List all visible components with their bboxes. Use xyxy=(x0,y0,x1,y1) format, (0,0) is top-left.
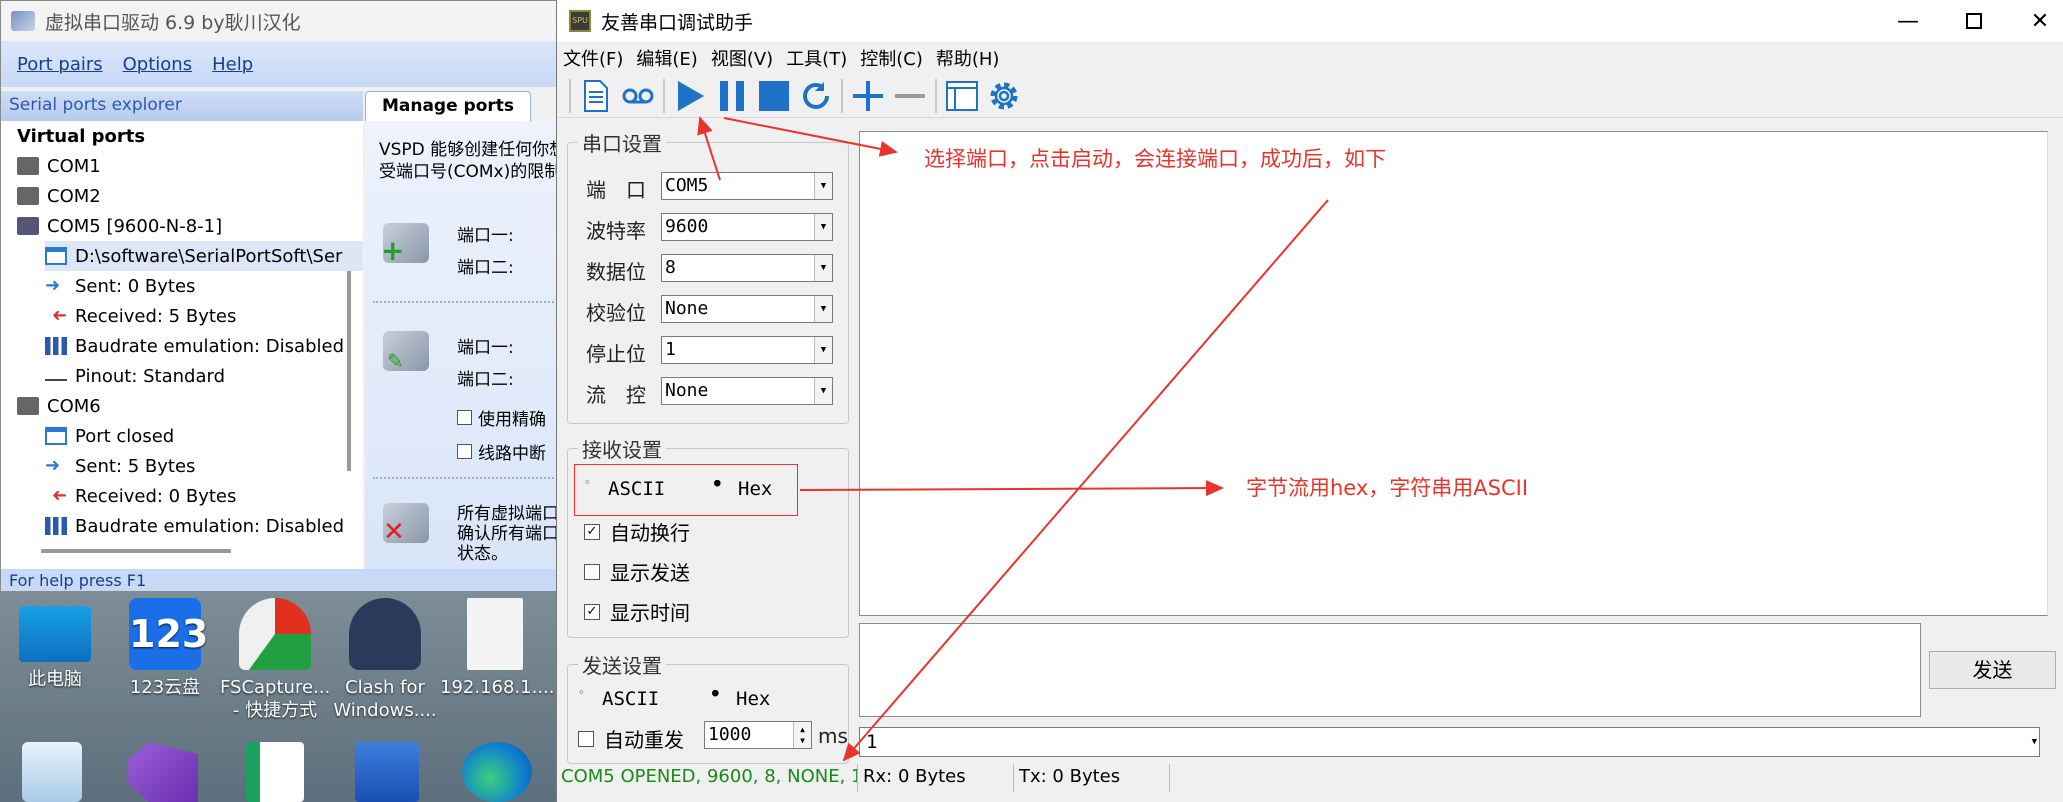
arrow-to-note xyxy=(723,117,898,157)
arrow-to-hex-note xyxy=(799,480,1224,497)
annotation-arrows xyxy=(697,116,1329,762)
arrow-to-play xyxy=(697,116,721,181)
arrow-to-status xyxy=(842,199,1329,762)
